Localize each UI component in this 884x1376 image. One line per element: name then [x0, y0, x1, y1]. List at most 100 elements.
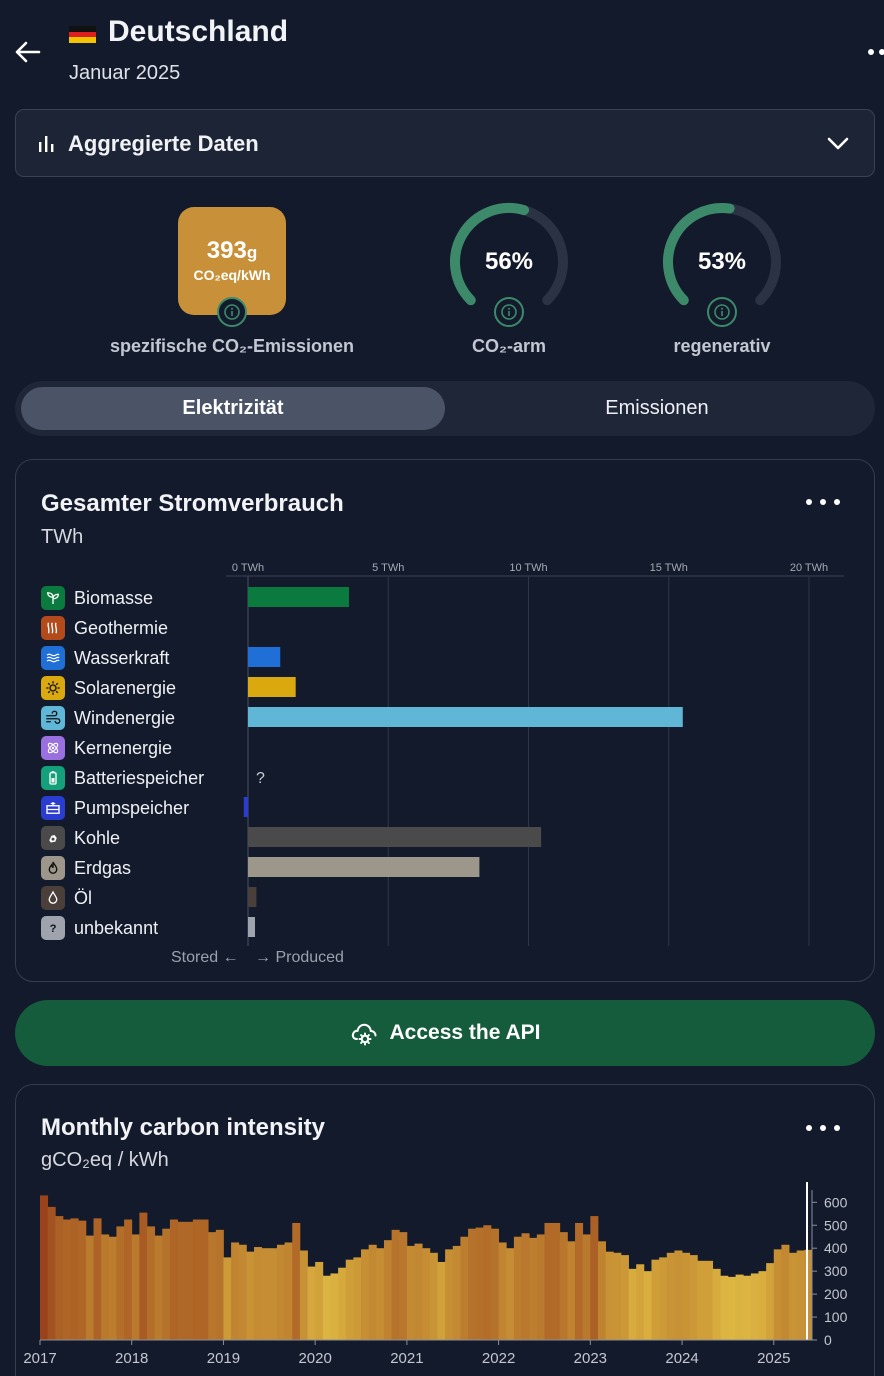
intensity-bar [391, 1229, 400, 1340]
more-dots-icon [868, 49, 884, 55]
intensity-bar [498, 1242, 507, 1340]
x-tick-label: 2025 [757, 1350, 790, 1367]
renewable-info-button[interactable] [707, 297, 737, 327]
intensity-bar [383, 1240, 393, 1340]
intensity-bar [552, 1222, 561, 1340]
intensity-bar [231, 1242, 240, 1340]
consumption-card: Gesamter Stromverbrauch TWh Biomasse Geot… [15, 459, 875, 982]
intensity-bar [238, 1244, 247, 1340]
bar-erdgas [248, 857, 480, 877]
intensity-bar [345, 1259, 354, 1340]
intensity-bar [659, 1257, 668, 1340]
low-carbon-info-button[interactable] [494, 297, 524, 327]
intensity-bar [116, 1226, 125, 1340]
intensity-bar [727, 1276, 736, 1340]
intensity-bar [93, 1218, 102, 1340]
y-tick-label: 300 [824, 1263, 848, 1279]
intensity-bar [131, 1234, 140, 1340]
intensity-bar [643, 1271, 652, 1340]
intensity-bar [483, 1225, 492, 1340]
intensity-bar [299, 1250, 308, 1340]
intensity-bar [108, 1236, 117, 1340]
intensity-unit: gCO₂eq / kWh [41, 1149, 169, 1171]
y-tick-label: 100 [824, 1309, 848, 1325]
intensity-bar [620, 1255, 629, 1340]
co2-label: spezifische CO₂-Emissionen [109, 336, 355, 356]
intensity-bar [452, 1245, 461, 1340]
co2-info-button[interactable] [217, 297, 247, 327]
back-button[interactable] [10, 32, 44, 72]
y-tick-label: 200 [824, 1286, 848, 1302]
intensity-bar [78, 1220, 87, 1340]
renewable-label: regenerativ [673, 336, 771, 356]
tab-emissions[interactable]: Emissionen [445, 387, 869, 430]
intensity-bar [536, 1234, 545, 1340]
info-icon [224, 304, 240, 320]
intensity-bar [460, 1236, 469, 1340]
x-tick-label: 20 TWh [790, 562, 828, 574]
intensity-bar [322, 1275, 331, 1340]
intensity-bar [628, 1268, 637, 1340]
intensity-bar [215, 1229, 224, 1340]
intensity-bar [704, 1260, 714, 1340]
page-title: Deutschland [108, 15, 289, 48]
cloud-gear-icon [351, 1023, 377, 1046]
intensity-bar [582, 1234, 591, 1340]
intensity-bar [758, 1271, 767, 1340]
tab-electricity[interactable]: Elektrizität [21, 387, 445, 430]
intensity-bar [124, 1219, 133, 1340]
bar-unknown-marker: ? [256, 770, 265, 787]
intensity-bar [284, 1242, 293, 1340]
intensity-bar [223, 1257, 232, 1340]
intensity-bar [376, 1248, 385, 1340]
page-subtitle: Januar 2025 [69, 62, 181, 84]
stored-axis-label: Stored ← [171, 949, 239, 966]
intensity-bar [712, 1268, 721, 1340]
bar-windenergie [248, 707, 683, 727]
x-tick-label: 0 TWh [232, 562, 264, 574]
x-tick-label: 2023 [574, 1350, 607, 1367]
intensity-bar [169, 1219, 178, 1340]
intensity-more-button[interactable] [806, 1116, 840, 1140]
intensity-bar [47, 1206, 56, 1340]
intensity-bar [590, 1216, 599, 1340]
renewable-value: 53% [697, 248, 747, 275]
y-tick-label: 500 [824, 1217, 848, 1233]
intensity-bar [154, 1235, 163, 1340]
low-carbon-value: 56% [484, 248, 534, 275]
intensity-bar [269, 1248, 278, 1340]
more-options-button[interactable] [866, 30, 884, 70]
access-api-button[interactable]: Access the API [15, 1000, 875, 1066]
dropdown-label: Aggregierte Daten [68, 131, 259, 156]
x-tick-label: 2018 [115, 1350, 148, 1367]
intensity-bar [490, 1228, 500, 1340]
y-tick-label: 0 [824, 1332, 832, 1348]
aggregation-dropdown[interactable]: Aggregierte Daten [15, 109, 875, 177]
access-api-label: Access the API [389, 1021, 541, 1044]
intensity-bar [338, 1267, 347, 1340]
intensity-bar [192, 1219, 201, 1340]
low-carbon-label: CO₂-arm [471, 336, 546, 356]
intensity-bar [597, 1241, 607, 1340]
intensity-bar [575, 1222, 584, 1340]
bar-chart-icon [39, 136, 54, 152]
intensity-bar [529, 1237, 538, 1340]
consumption-bar-chart: 0 TWh 5 TWh 10 TWh 15 TWh 20 TWh? [226, 562, 844, 946]
intensity-bar [62, 1219, 71, 1340]
intensity-bar [613, 1252, 622, 1340]
bar-wasserkraft [248, 647, 281, 667]
bar-kohle [248, 827, 542, 847]
intensity-bar [55, 1216, 64, 1340]
intensity-bar [506, 1248, 515, 1340]
intensity-bar [735, 1274, 744, 1340]
intensity-bar [406, 1245, 415, 1340]
intensity-bar [651, 1259, 660, 1340]
intensity-bar [70, 1218, 79, 1340]
intensity-bar [139, 1212, 148, 1340]
intensity-bar [674, 1250, 683, 1340]
intensity-bar [781, 1244, 790, 1340]
x-tick-label: 15 TWh [650, 562, 688, 574]
header: Deutschland Januar 2025 [0, 0, 884, 100]
intensity-bar [414, 1243, 423, 1340]
x-tick-label: 5 TWh [372, 562, 404, 574]
